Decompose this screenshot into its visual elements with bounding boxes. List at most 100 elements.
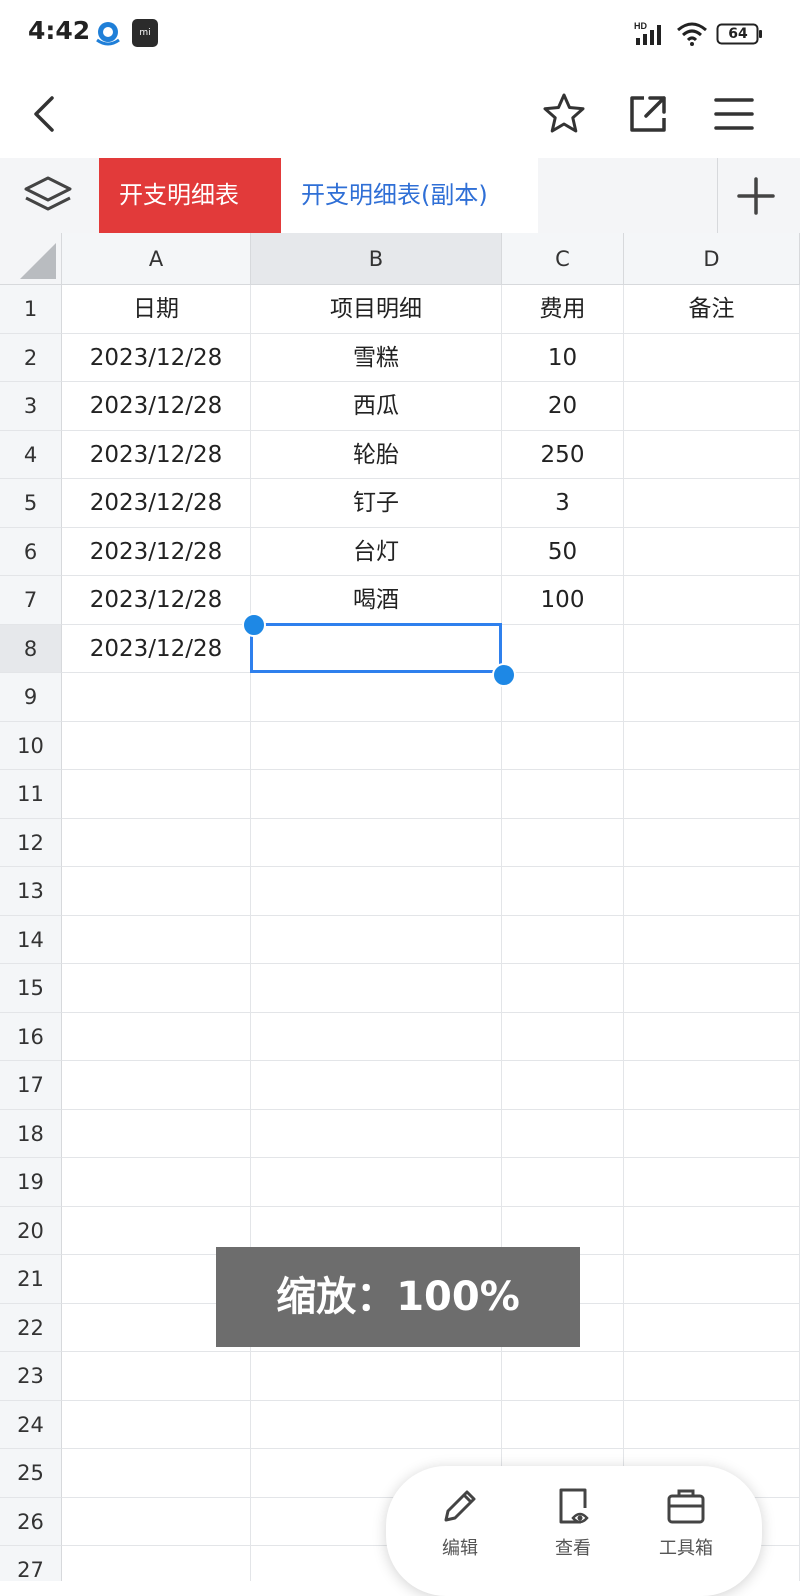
- cell-d22[interactable]: [624, 1303, 800, 1352]
- row-header[interactable]: 22: [0, 1303, 62, 1352]
- selected-cell-b8[interactable]: [250, 623, 502, 673]
- cell-a9[interactable]: [62, 673, 251, 722]
- cell-d9[interactable]: [624, 673, 800, 722]
- cell-d13[interactable]: [624, 867, 800, 916]
- cell-d11[interactable]: [624, 770, 800, 819]
- spreadsheet-grid[interactable]: A B C D 1 日期 项目明细 费用 备注 2 2023/12/28 雪糕 10 3 2023/…: [0, 233, 800, 1581]
- cell-a6[interactable]: 2023/12/28: [62, 527, 251, 576]
- cell-d14[interactable]: [624, 915, 800, 964]
- star-icon[interactable]: [540, 90, 588, 138]
- cell-b23[interactable]: [251, 1352, 502, 1401]
- sheet-tab-2[interactable]: 开支明细表(副本): [281, 158, 538, 233]
- cell-c12[interactable]: [502, 818, 624, 867]
- cell-c15[interactable]: [502, 964, 624, 1013]
- selection-handle-bottom-right[interactable]: [492, 663, 516, 687]
- column-header-c[interactable]: C: [502, 233, 624, 285]
- cell-c19[interactable]: [502, 1158, 624, 1207]
- cell-a25[interactable]: [62, 1449, 251, 1498]
- cell-a5[interactable]: 2023/12/28: [62, 479, 251, 528]
- cell-d20[interactable]: [624, 1206, 800, 1255]
- cell-a7[interactable]: 2023/12/28: [62, 576, 251, 625]
- row-header[interactable]: 17: [0, 1061, 62, 1110]
- cell-a3[interactable]: 2023/12/28: [62, 382, 251, 431]
- cell-a12[interactable]: [62, 818, 251, 867]
- row-header[interactable]: 26: [0, 1497, 62, 1546]
- cell-c11[interactable]: [502, 770, 624, 819]
- cell-b24[interactable]: [251, 1400, 502, 1449]
- row-header[interactable]: 11: [0, 770, 62, 819]
- cell-d4[interactable]: [624, 430, 800, 479]
- back-arrow-icon[interactable]: [22, 90, 70, 138]
- cell-c17[interactable]: [502, 1061, 624, 1110]
- cell-a16[interactable]: [62, 1012, 251, 1061]
- menu-icon[interactable]: [710, 90, 758, 138]
- cell-d8[interactable]: [624, 624, 800, 673]
- cell-d18[interactable]: [624, 1109, 800, 1158]
- view-button[interactable]: 查看: [523, 1484, 623, 1574]
- cell-a8[interactable]: 2023/12/28: [62, 624, 251, 673]
- cell-a14[interactable]: [62, 915, 251, 964]
- row-header[interactable]: 18: [0, 1109, 62, 1158]
- cell-d1[interactable]: 备注: [624, 285, 800, 334]
- cell-c3[interactable]: 20: [502, 382, 624, 431]
- cell-b4[interactable]: 轮胎: [251, 430, 502, 479]
- cell-c23[interactable]: [502, 1352, 624, 1401]
- column-header-b[interactable]: B: [251, 233, 502, 285]
- row-header[interactable]: 24: [0, 1400, 62, 1449]
- cell-a19[interactable]: [62, 1158, 251, 1207]
- cell-b7[interactable]: 喝酒: [251, 576, 502, 625]
- cell-c4[interactable]: 250: [502, 430, 624, 479]
- cell-c7[interactable]: 100: [502, 576, 624, 625]
- cell-b3[interactable]: 西瓜: [251, 382, 502, 431]
- cell-a24[interactable]: [62, 1400, 251, 1449]
- cell-c2[interactable]: 10: [502, 333, 624, 382]
- cell-d23[interactable]: [624, 1352, 800, 1401]
- cell-d17[interactable]: [624, 1061, 800, 1110]
- cell-a15[interactable]: [62, 964, 251, 1013]
- cell-c14[interactable]: [502, 915, 624, 964]
- cell-a11[interactable]: [62, 770, 251, 819]
- cell-c10[interactable]: [502, 721, 624, 770]
- row-header[interactable]: 23: [0, 1352, 62, 1401]
- cell-b5[interactable]: 钉子: [251, 479, 502, 528]
- cell-d2[interactable]: [624, 333, 800, 382]
- row-header[interactable]: 16: [0, 1012, 62, 1061]
- row-header[interactable]: 13: [0, 867, 62, 916]
- toolbox-button[interactable]: 工具箱: [636, 1484, 736, 1574]
- cell-b6[interactable]: 台灯: [251, 527, 502, 576]
- cell-a13[interactable]: [62, 867, 251, 916]
- row-header[interactable]: 12: [0, 818, 62, 867]
- cell-c5[interactable]: 3: [502, 479, 624, 528]
- row-header[interactable]: 20: [0, 1206, 62, 1255]
- row-header[interactable]: 21: [0, 1255, 62, 1304]
- cell-b16[interactable]: [251, 1012, 502, 1061]
- cell-d21[interactable]: [624, 1255, 800, 1304]
- row-header[interactable]: 9: [0, 673, 62, 722]
- cell-c16[interactable]: [502, 1012, 624, 1061]
- row-header[interactable]: 25: [0, 1449, 62, 1498]
- cell-a4[interactable]: 2023/12/28: [62, 430, 251, 479]
- cell-d5[interactable]: [624, 479, 800, 528]
- row-header[interactable]: 14: [0, 915, 62, 964]
- cell-c6[interactable]: 50: [502, 527, 624, 576]
- cell-d10[interactable]: [624, 721, 800, 770]
- row-header[interactable]: 4: [0, 430, 62, 479]
- row-header[interactable]: 1: [0, 285, 62, 334]
- cell-a10[interactable]: [62, 721, 251, 770]
- cell-d24[interactable]: [624, 1400, 800, 1449]
- cell-a18[interactable]: [62, 1109, 251, 1158]
- cell-d6[interactable]: [624, 527, 800, 576]
- cell-a26[interactable]: [62, 1497, 251, 1546]
- cell-b11[interactable]: [251, 770, 502, 819]
- row-header[interactable]: 2: [0, 333, 62, 382]
- cell-d16[interactable]: [624, 1012, 800, 1061]
- edit-button[interactable]: 编辑: [410, 1484, 510, 1574]
- cell-b17[interactable]: [251, 1061, 502, 1110]
- cell-b9[interactable]: [251, 673, 502, 722]
- cell-a27[interactable]: [62, 1546, 251, 1581]
- row-header[interactable]: 6: [0, 527, 62, 576]
- row-header[interactable]: 27: [0, 1546, 62, 1581]
- cell-b19[interactable]: [251, 1158, 502, 1207]
- row-header[interactable]: 19: [0, 1158, 62, 1207]
- cell-b10[interactable]: [251, 721, 502, 770]
